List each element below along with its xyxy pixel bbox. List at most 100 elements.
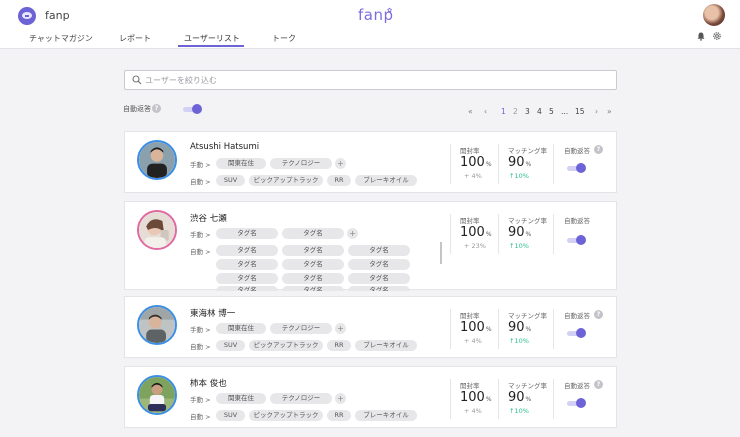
tags-scrollbar[interactable] — [440, 242, 442, 264]
toggle-knob — [576, 163, 586, 173]
app-logo-icon[interactable] — [18, 7, 36, 25]
tag-chip[interactable]: タグ名 — [348, 286, 410, 291]
auto-reply-toggle[interactable] — [567, 235, 586, 245]
manual-tags-label: 手動 > — [190, 326, 211, 334]
open-rate-delta: + 4% — [464, 337, 482, 345]
bell-icon[interactable] — [697, 32, 705, 41]
tag-chip[interactable]: タグ名 — [282, 273, 344, 284]
page-5[interactable]: 5 — [549, 107, 554, 116]
auto-reply-toggle[interactable] — [183, 104, 202, 114]
user-name[interactable]: 柿本 俊也 — [190, 377, 227, 389]
manual-tags-label: 手動 > — [190, 161, 211, 169]
user-name[interactable]: Atsushi Hatsumi — [190, 142, 259, 152]
user-filter-search[interactable]: ユーザーを絞り込む — [124, 70, 617, 90]
help-icon[interactable]: ? — [594, 145, 603, 154]
match-rate-value: 90% — [508, 225, 532, 240]
user-name[interactable]: 渋谷 七瀬 — [190, 212, 227, 224]
tag-chip[interactable]: SUV — [216, 410, 245, 421]
tag-chip[interactable]: タグ名 — [282, 228, 344, 239]
tag-chip[interactable]: ブレーキオイル — [355, 410, 417, 421]
tag-chip[interactable]: RR — [327, 340, 351, 351]
auto-reply-label: 自動返答 — [564, 147, 590, 155]
tag-chip[interactable]: ブレーキオイル — [355, 175, 417, 186]
auto-reply-toggle[interactable] — [567, 163, 586, 173]
tag-chip[interactable]: テクノロジー — [270, 158, 332, 169]
tag-chip[interactable]: ブレーキオイル — [355, 340, 417, 351]
user-avatar — [137, 305, 177, 345]
active-tab-indicator — [178, 45, 244, 47]
user-name[interactable]: 東海林 博一 — [190, 307, 235, 319]
tag-chip[interactable]: SUV — [216, 340, 245, 351]
last-page-button[interactable]: » — [607, 107, 612, 116]
add-tag-button[interactable]: + — [335, 158, 346, 169]
tag-chip[interactable]: ピックアップトラック — [249, 410, 323, 421]
divider — [498, 144, 499, 184]
auto-tags-label: 自動 > — [190, 178, 211, 186]
tag-chip[interactable]: 関東在住 — [216, 158, 266, 169]
add-tag-button[interactable]: + — [335, 323, 346, 334]
divider — [553, 309, 554, 349]
search-icon — [132, 75, 142, 85]
tag-chip[interactable]: タグ名 — [216, 228, 278, 239]
page-3[interactable]: 3 — [525, 107, 530, 116]
match-rate-value: 90% — [508, 320, 532, 335]
help-icon[interactable]: ? — [152, 104, 161, 113]
open-rate-value: 100% — [460, 155, 492, 170]
page-15[interactable]: 15 — [575, 107, 585, 116]
user-photo — [139, 377, 175, 413]
help-icon[interactable]: ? — [594, 380, 603, 389]
tag-chip[interactable]: タグ名 — [282, 259, 344, 270]
page-2[interactable]: 2 — [513, 107, 518, 116]
tag-chip[interactable]: SUV — [216, 175, 245, 186]
tag-chip[interactable]: テクノロジー — [270, 323, 332, 334]
open-rate-value: 100% — [460, 320, 492, 335]
match-rate-label: マッチング率 — [508, 147, 547, 155]
tag-chip[interactable]: RR — [327, 410, 351, 421]
tag-chip[interactable]: RR — [327, 175, 351, 186]
auto-reply-label: 自動返答 — [564, 217, 590, 225]
tag-chip[interactable]: タグ名 — [216, 259, 278, 270]
tag-chip[interactable]: タグ名 — [282, 245, 344, 256]
account-avatar[interactable] — [703, 4, 725, 26]
tag-chip[interactable]: タグ名 — [348, 273, 410, 284]
tag-chip[interactable]: 関東在住 — [216, 323, 266, 334]
tag-chip[interactable]: タグ名 — [216, 245, 278, 256]
user-card[interactable]: 柿本 俊也 手動 > 関東在住 テクノロジー + 自動 > SUV ピックアップ… — [124, 366, 617, 428]
auto-reply-toggle[interactable] — [567, 398, 586, 408]
next-page-button[interactable]: › — [595, 107, 598, 116]
first-page-button[interactable]: « — [468, 107, 473, 116]
user-card[interactable]: Atsushi Hatsumi 手動 > 関東在住 テクノロジー + 自動 > … — [124, 131, 617, 193]
auto-tags-label: 自動 > — [190, 248, 211, 256]
tag-chip[interactable]: タグ名 — [216, 286, 278, 291]
auto-reply-toggle[interactable] — [567, 328, 586, 338]
divider — [450, 214, 451, 254]
tag-chip[interactable]: ピックアップトラック — [249, 175, 323, 186]
tab-talk[interactable]: トーク — [272, 33, 296, 44]
auto-tags-label: 自動 > — [190, 343, 211, 351]
user-card[interactable]: 東海林 博一 手動 > 関東在住 テクノロジー + 自動 > SUV ピックアッ… — [124, 296, 617, 358]
tag-chip[interactable]: タグ名 — [216, 273, 278, 284]
add-tag-button[interactable]: + — [347, 228, 358, 239]
open-rate-label: 開封率 — [460, 382, 480, 390]
tab-report[interactable]: レポート — [119, 33, 151, 44]
add-tag-button[interactable]: + — [335, 393, 346, 404]
user-card[interactable]: 渋谷 七瀬 手動 > タグ名 タグ名 + 自動 > タグ名 タグ名 タグ名 タグ… — [124, 201, 617, 291]
gear-icon[interactable] — [712, 31, 722, 41]
open-rate-value: 100% — [460, 390, 492, 405]
page-4[interactable]: 4 — [537, 107, 542, 116]
page-1[interactable]: 1 — [501, 107, 506, 116]
auto-tags-label: 自動 > — [190, 413, 211, 421]
tab-user-list[interactable]: ユーザーリスト — [184, 33, 240, 44]
auto-reply-label: 自動返答 — [564, 382, 590, 390]
user-avatar — [137, 140, 177, 180]
tag-chip[interactable]: ピックアップトラック — [249, 340, 323, 351]
tag-chip[interactable]: タグ名 — [282, 286, 344, 291]
tag-chip[interactable]: タグ名 — [348, 245, 410, 256]
tag-chip[interactable]: タグ名 — [348, 259, 410, 270]
divider — [553, 379, 554, 419]
tag-chip[interactable]: テクノロジー — [270, 393, 332, 404]
prev-page-button[interactable]: ‹ — [484, 107, 487, 116]
tab-chat-magazine[interactable]: チャットマガジン — [29, 33, 93, 44]
help-icon[interactable]: ? — [594, 310, 603, 319]
tag-chip[interactable]: 関東在住 — [216, 393, 266, 404]
